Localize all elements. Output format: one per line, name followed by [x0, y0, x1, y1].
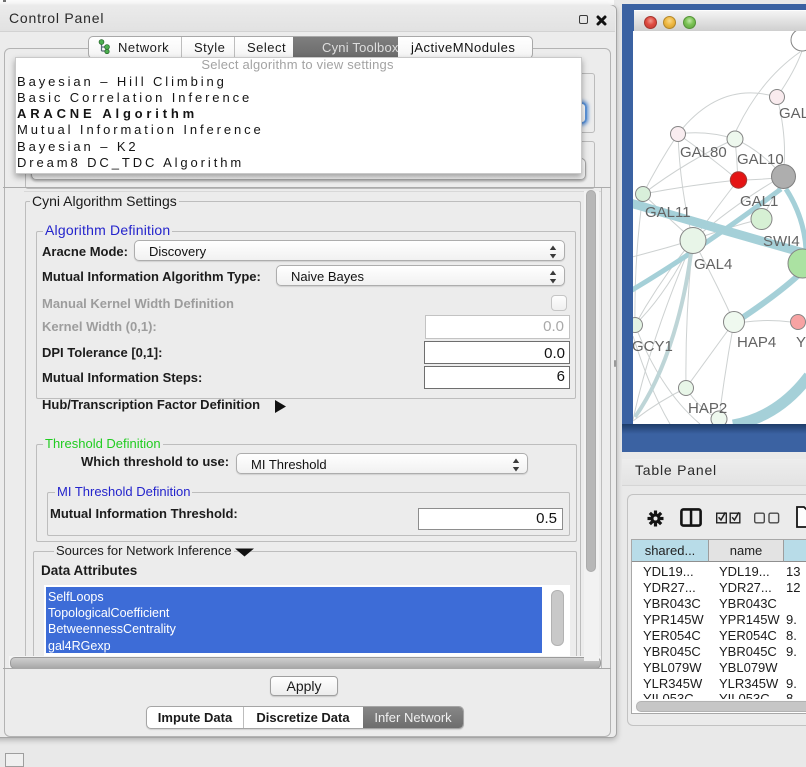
svg-text:HAP4: HAP4: [737, 334, 776, 351]
svg-text:Y: Y: [796, 334, 806, 351]
svg-text:HAP2: HAP2: [688, 400, 727, 417]
svg-text:SWI4: SWI4: [763, 233, 800, 250]
svg-text:GAL4: GAL4: [694, 256, 732, 273]
svg-text:GAL11: GAL11: [645, 204, 691, 221]
svg-text:GAL: GAL: [779, 105, 806, 122]
svg-text:GCY1: GCY1: [633, 338, 673, 355]
svg-text:GAL10: GAL10: [737, 151, 784, 168]
svg-text:GAL80: GAL80: [680, 144, 727, 161]
svg-text:GAL1: GAL1: [740, 193, 778, 210]
